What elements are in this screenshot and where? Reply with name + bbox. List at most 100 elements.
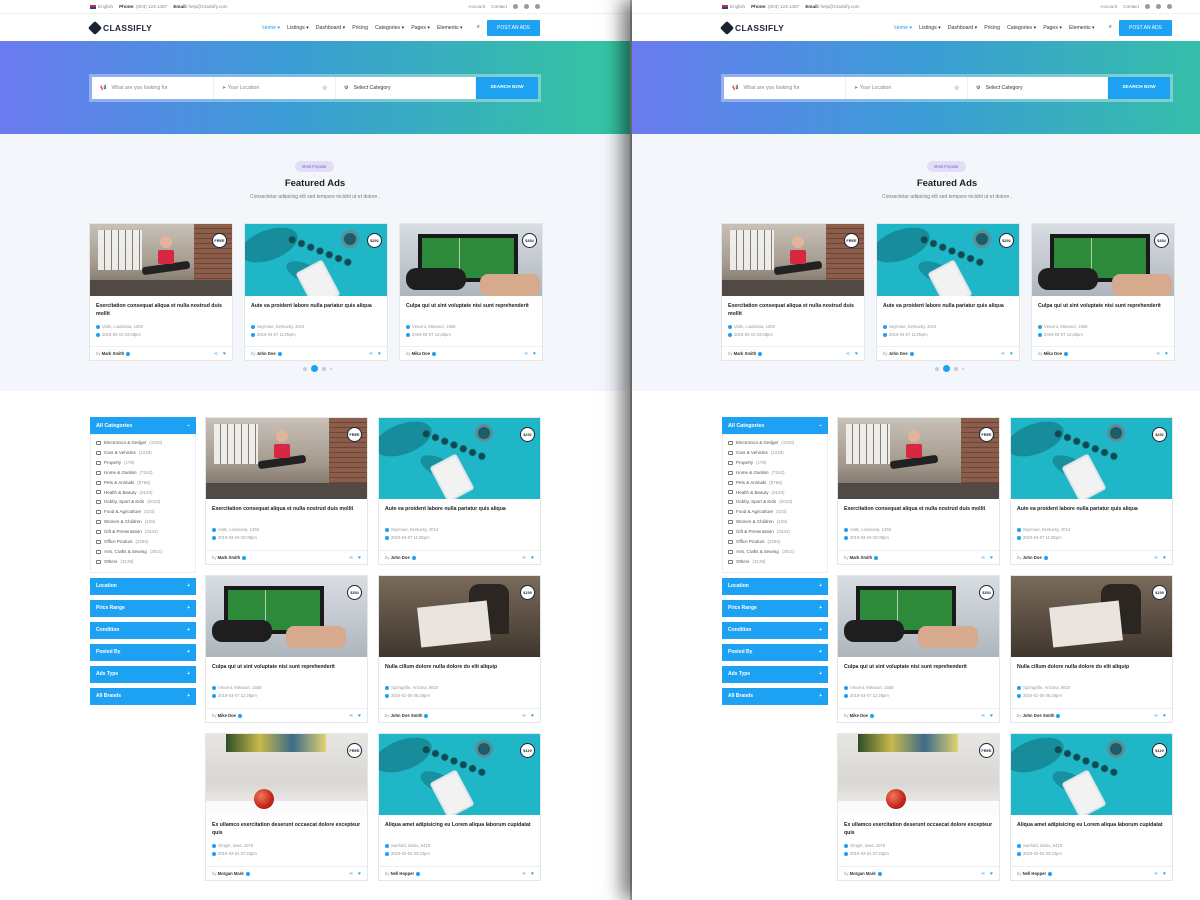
filter-all-brands[interactable]: All Brands + xyxy=(722,687,828,705)
filter-location[interactable]: Location + xyxy=(90,577,196,595)
heart-icon[interactable]: ♥ xyxy=(990,871,993,877)
ad-image[interactable]: $159 xyxy=(379,576,540,657)
ad-card[interactable]: $120 Aliqua amet adipisicing eu Lorem al… xyxy=(1010,733,1173,881)
carousel-dot-active[interactable] xyxy=(943,365,950,372)
nav-item-categories[interactable]: Categories ▾ xyxy=(1007,25,1036,31)
heart-icon[interactable]: ♥ xyxy=(378,351,381,357)
ad-card[interactable]: $354 Culpa qui ut sint voluptate nisi su… xyxy=(837,575,1000,723)
ad-author[interactable]: by John Doe xyxy=(251,351,282,356)
nav-item-home[interactable]: Home ▾ xyxy=(262,25,280,31)
carousel-dot[interactable] xyxy=(322,366,326,371)
ad-author[interactable]: by Mike Doe xyxy=(844,713,874,718)
expand-icon[interactable]: + xyxy=(187,671,190,677)
account-link[interactable]: Account xyxy=(1101,4,1118,9)
heart-icon[interactable]: ♥ xyxy=(1010,351,1013,357)
ad-title[interactable]: Aute ea proident labore nulla pariatur q… xyxy=(245,296,387,321)
ad-author[interactable]: by Mark Smith xyxy=(96,351,131,356)
share-icon[interactable]: ⋖ xyxy=(214,351,218,357)
carousel-dot[interactable] xyxy=(303,366,307,371)
ad-image[interactable]: FREE xyxy=(206,418,367,499)
ad-title[interactable]: Aute ea proident labore nulla pariatur q… xyxy=(877,296,1019,321)
facebook-icon[interactable] xyxy=(513,4,518,9)
heart-icon[interactable]: ♥ xyxy=(1163,555,1166,561)
ad-title[interactable]: Aliqua amet adipisicing eu Lorem aliqua … xyxy=(1011,815,1172,840)
ad-title[interactable]: Aliqua amet adipisicing eu Lorem aliqua … xyxy=(379,815,540,840)
share-icon[interactable]: ⋖ xyxy=(349,871,353,877)
category-item[interactable]: Office Product (3283) xyxy=(96,537,190,547)
nav-item-dashboard[interactable]: Dashboard ▾ xyxy=(316,25,345,31)
language-select[interactable]: English xyxy=(722,4,745,9)
ad-title[interactable]: Ex ullamco exercitation deserunt occaeca… xyxy=(206,815,367,840)
ad-title[interactable]: Nulla cillum dolore nulla dolore do elit… xyxy=(379,657,540,682)
ad-image[interactable]: FREE xyxy=(838,734,999,815)
ad-image[interactable]: $120 xyxy=(379,734,540,815)
language-select[interactable]: English xyxy=(90,4,113,9)
ad-image[interactable]: $292 xyxy=(877,224,1019,296)
category-item[interactable]: Electronics & Gedget (1029) xyxy=(96,438,190,448)
category-item[interactable]: Property (178) xyxy=(728,458,822,468)
contact-link[interactable]: Contact xyxy=(491,4,507,9)
carousel-dot[interactable] xyxy=(954,366,958,371)
share-icon[interactable]: ⋖ xyxy=(1001,351,1005,357)
share-icon[interactable]: ⋖ xyxy=(981,555,985,561)
expand-icon[interactable]: + xyxy=(187,583,190,589)
category-select[interactable]: ⚙ Select Category xyxy=(968,76,1108,99)
expand-icon[interactable]: + xyxy=(187,649,190,655)
heart-icon[interactable]: ♥ xyxy=(855,351,858,357)
ad-author[interactable]: by John Doe xyxy=(883,351,914,356)
filter-price-range[interactable]: Price Range + xyxy=(90,599,196,617)
share-icon[interactable]: ⋖ xyxy=(981,713,985,719)
ad-card[interactable]: $292 Aute ea proident labore nulla paria… xyxy=(378,417,541,565)
category-select[interactable]: ⚙ Select Category xyxy=(336,76,476,99)
ad-image[interactable]: $292 xyxy=(379,418,540,499)
heart-icon[interactable]: ♥ xyxy=(1163,713,1166,719)
category-item[interactable]: Women & Children (425) xyxy=(96,517,190,527)
ad-title[interactable]: Culpa qui ut sint voluptate nisi sunt re… xyxy=(1032,296,1174,321)
all-categories-header[interactable]: All Categories − xyxy=(90,417,196,434)
filter-ads-type[interactable]: Ads Type + xyxy=(722,665,828,683)
expand-icon[interactable]: + xyxy=(187,693,190,699)
ad-author[interactable]: by Mark Smith xyxy=(844,555,879,560)
facebook-icon[interactable] xyxy=(1145,4,1150,9)
ad-author[interactable]: by Mark Smith xyxy=(212,555,247,560)
ad-card[interactable]: $292 Aute ea proident labore nulla paria… xyxy=(1010,417,1173,565)
ad-image[interactable]: $354 xyxy=(400,224,542,296)
category-item[interactable]: Arts, Crafts & Sewing (3521) xyxy=(96,547,190,557)
carousel-dot[interactable] xyxy=(935,366,939,371)
category-item[interactable]: Others (3129) xyxy=(96,557,190,567)
ad-image[interactable]: FREE xyxy=(90,224,232,296)
ad-card[interactable]: $292 Aute ea proident labore nulla paria… xyxy=(876,223,1020,361)
twitter-icon[interactable] xyxy=(524,4,529,9)
category-item[interactable]: Hobby, Sport & Kids (2019) xyxy=(728,497,822,507)
carousel-dot[interactable] xyxy=(962,367,964,370)
site-logo[interactable]: CLASSIFLY xyxy=(719,20,784,35)
ad-title[interactable]: Culpa qui ut sint voluptate nisi sunt re… xyxy=(400,296,542,321)
ad-title[interactable]: Exercitation consequat aliqua et nulla n… xyxy=(206,499,367,524)
expand-icon[interactable]: + xyxy=(819,649,822,655)
ad-author[interactable]: by Mika Doe xyxy=(406,351,436,356)
ad-title[interactable]: Culpa qui ut sint voluptate nisi sunt re… xyxy=(838,657,999,682)
share-icon[interactable]: ⋖ xyxy=(349,713,353,719)
all-categories-header[interactable]: All Categories − xyxy=(722,417,828,434)
ad-image[interactable]: FREE xyxy=(838,418,999,499)
post-ad-button[interactable]: POST AN ADS xyxy=(1119,19,1172,36)
ad-author[interactable]: by Mike Doe xyxy=(212,713,242,718)
ad-author[interactable]: by John Doe Smith xyxy=(1017,713,1061,718)
ad-title[interactable]: Exercitation consequat aliqua et nulla n… xyxy=(90,296,232,321)
nav-item-listings[interactable]: Listings ▾ xyxy=(919,25,941,31)
collapse-icon[interactable]: − xyxy=(819,423,822,429)
ad-title[interactable]: Exercitation consequat aliqua et nulla n… xyxy=(838,499,999,524)
category-item[interactable]: Arts, Crafts & Sewing (3521) xyxy=(728,547,822,557)
ad-card[interactable]: $120 Aliqua amet adipisicing eu Lorem al… xyxy=(378,733,541,881)
expand-icon[interactable]: + xyxy=(819,583,822,589)
share-icon[interactable]: ⋖ xyxy=(1156,351,1160,357)
ad-card[interactable]: FREE Exercitation consequat aliqua et nu… xyxy=(837,417,1000,565)
ad-image[interactable]: $354 xyxy=(206,576,367,657)
nav-item-dashboard[interactable]: Dashboard ▾ xyxy=(948,25,977,31)
category-item[interactable]: Home & Garden (7163) xyxy=(728,468,822,478)
category-item[interactable]: Others (3129) xyxy=(728,557,822,567)
target-icon[interactable]: ◎ xyxy=(954,85,959,91)
ad-author[interactable]: by Mika Doe xyxy=(1038,351,1068,356)
category-item[interactable]: Gift & Presentation (3223) xyxy=(728,527,822,537)
nav-item-pricing[interactable]: Pricing xyxy=(352,25,368,31)
